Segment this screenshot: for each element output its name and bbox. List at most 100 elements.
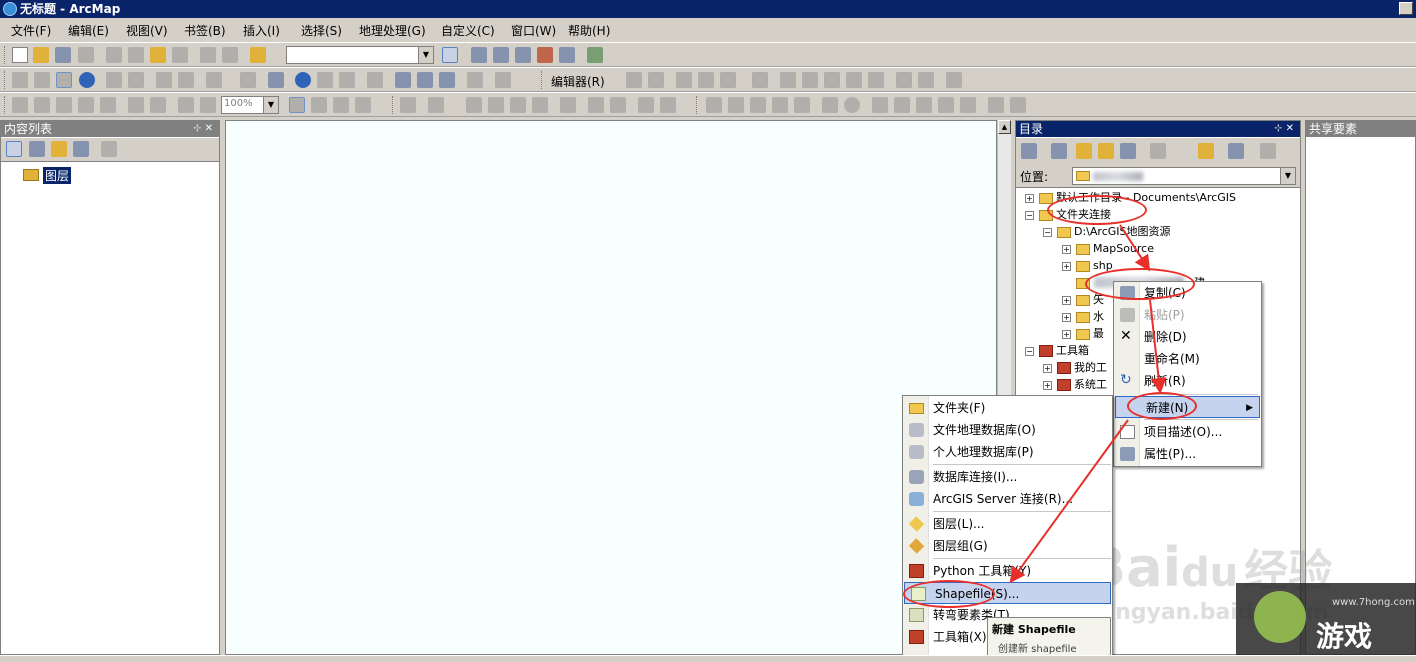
- select-elements-icon[interactable]: [268, 72, 284, 88]
- map-scale-combo[interactable]: ▼: [286, 46, 434, 64]
- network-results-icon[interactable]: [660, 97, 676, 113]
- open-icon[interactable]: [33, 47, 49, 63]
- toc-window-icon[interactable]: [471, 47, 487, 63]
- toolbar-grip[interactable]: [4, 71, 7, 89]
- zoom-out-icon[interactable]: [34, 72, 50, 88]
- point-icon[interactable]: [752, 72, 768, 88]
- tree-folder-6[interactable]: + 水: [1062, 308, 1104, 325]
- explode-icon[interactable]: [822, 97, 838, 113]
- new-arcgis-server-connection[interactable]: ArcGIS Server 连接(R)...: [903, 488, 1112, 510]
- zoom-100-icon[interactable]: [100, 97, 116, 113]
- cut-icon[interactable]: [106, 47, 122, 63]
- cut-polygons-icon[interactable]: [824, 72, 840, 88]
- go-forward-extent-icon[interactable]: [200, 97, 216, 113]
- toolbar-grip[interactable]: [541, 71, 544, 89]
- delete-icon[interactable]: [172, 47, 188, 63]
- modelbuilder-icon[interactable]: [587, 47, 603, 63]
- home-icon[interactable]: [1098, 143, 1114, 159]
- line-intersection-icon[interactable]: [894, 97, 910, 113]
- topology-fix-icon[interactable]: [532, 97, 548, 113]
- tree-mapsource[interactable]: + MapSource: [1062, 240, 1154, 257]
- redo-icon[interactable]: [222, 47, 238, 63]
- trim-icon[interactable]: [794, 97, 810, 113]
- layout-zoom-combo[interactable]: 100% ▼: [221, 96, 279, 114]
- construct-icon[interactable]: [960, 97, 976, 113]
- new-layer[interactable]: 图层(L)...: [903, 513, 1112, 535]
- edit-tool-icon[interactable]: [626, 72, 642, 88]
- menu-help[interactable]: 帮助(H): [568, 22, 610, 39]
- menu-bookmarks[interactable]: 书签(B): [184, 22, 226, 39]
- fillet-icon[interactable]: [750, 97, 766, 113]
- toolbar-grip[interactable]: [4, 46, 7, 64]
- list-by-visibility-icon[interactable]: [51, 141, 67, 157]
- extend-icon[interactable]: [772, 97, 788, 113]
- measure-icon[interactable]: [367, 72, 383, 88]
- construct-polygons-icon[interactable]: [1010, 97, 1026, 113]
- ctx-properties[interactable]: 属性(P)...: [1114, 443, 1261, 465]
- python-window-icon[interactable]: [559, 47, 575, 63]
- reshape-icon[interactable]: [802, 72, 818, 88]
- scroll-up-icon[interactable]: ▲: [998, 120, 1011, 134]
- menu-insert[interactable]: 插入(I): [243, 22, 280, 39]
- new-file-gdb[interactable]: 文件地理数据库(O): [903, 419, 1112, 441]
- hyperlink-icon[interactable]: [317, 72, 333, 88]
- menu-view[interactable]: 视图(V): [126, 22, 168, 39]
- network-icon[interactable]: [588, 97, 604, 113]
- tree-system-toolboxes[interactable]: + 系统工: [1043, 376, 1107, 393]
- list-by-source-icon[interactable]: [29, 141, 45, 157]
- minimize-button[interactable]: [1399, 2, 1413, 15]
- rotate-icon[interactable]: [868, 72, 884, 88]
- ctx-item-description[interactable]: 项目描述(O)...: [1114, 421, 1261, 443]
- go-back-extent-icon[interactable]: [178, 97, 194, 113]
- close-icon[interactable]: ⊹ ✕: [193, 121, 213, 137]
- find-icon[interactable]: [395, 72, 411, 88]
- zoom-whole-page-icon[interactable]: [78, 97, 94, 113]
- options-icon[interactable]: [101, 141, 117, 157]
- ctx-refresh[interactable]: ↻ 刷新(R): [1114, 370, 1261, 392]
- location-combo[interactable]: ▼: [1072, 167, 1296, 185]
- menu-customize[interactable]: 自定义(C): [441, 22, 495, 39]
- up-one-level-icon[interactable]: [1076, 143, 1092, 159]
- toolbar-grip[interactable]: [4, 96, 7, 114]
- georef-tool-icon[interactable]: [428, 97, 444, 113]
- close-icon[interactable]: ⊹ ✕: [1274, 121, 1294, 137]
- new-python-toolbox[interactable]: Python 工具箱(Y): [903, 560, 1112, 582]
- rectify-icon[interactable]: [938, 97, 954, 113]
- copy-features-icon[interactable]: [728, 97, 744, 113]
- print-icon[interactable]: [78, 47, 94, 63]
- select-features-icon[interactable]: [206, 72, 222, 88]
- toolbar-grip[interactable]: [392, 96, 395, 114]
- tree-toolboxes[interactable]: − 工具箱: [1025, 342, 1089, 359]
- catalog-options-icon[interactable]: [1260, 143, 1276, 159]
- smooth-icon[interactable]: [872, 97, 888, 113]
- find-route-icon[interactable]: [417, 72, 433, 88]
- network-flag-icon[interactable]: [610, 97, 626, 113]
- layout-zoom-out-icon[interactable]: [34, 97, 50, 113]
- topology-validate-icon[interactable]: [510, 97, 526, 113]
- edit-annotation-icon[interactable]: [648, 72, 664, 88]
- pan-icon[interactable]: [56, 72, 72, 88]
- end-point-arc-icon[interactable]: [698, 72, 714, 88]
- fixed-zoom-out-layout-icon[interactable]: [150, 97, 166, 113]
- new-group-layer[interactable]: 图层组(G): [903, 535, 1112, 557]
- editor-menu[interactable]: 编辑器(R): [551, 73, 605, 90]
- identify-icon[interactable]: [295, 72, 311, 88]
- advanced-edit-icon[interactable]: [706, 97, 722, 113]
- search-window-icon[interactable]: [515, 47, 531, 63]
- catalog-window-icon[interactable]: [493, 47, 509, 63]
- add-data-icon[interactable]: [250, 47, 266, 63]
- trace-icon[interactable]: [720, 72, 736, 88]
- focus-data-frame-icon[interactable]: [311, 97, 327, 113]
- new-folder[interactable]: 文件夹(F): [903, 397, 1112, 419]
- create-polygon-icon[interactable]: [988, 97, 1004, 113]
- list-by-selection-icon[interactable]: [73, 141, 89, 157]
- menu-geoprocessing[interactable]: 地理处理(G): [359, 22, 426, 39]
- map-view[interactable]: [225, 120, 997, 655]
- back-icon[interactable]: [156, 72, 172, 88]
- new-database-connection[interactable]: 数据库连接(I)...: [903, 466, 1112, 488]
- zoom-in-icon[interactable]: [12, 72, 28, 88]
- editor-toolbar-icon[interactable]: [442, 47, 458, 63]
- undo-icon[interactable]: [200, 47, 216, 63]
- fixed-zoom-out-icon[interactable]: [128, 72, 144, 88]
- clear-selection-icon[interactable]: [240, 72, 256, 88]
